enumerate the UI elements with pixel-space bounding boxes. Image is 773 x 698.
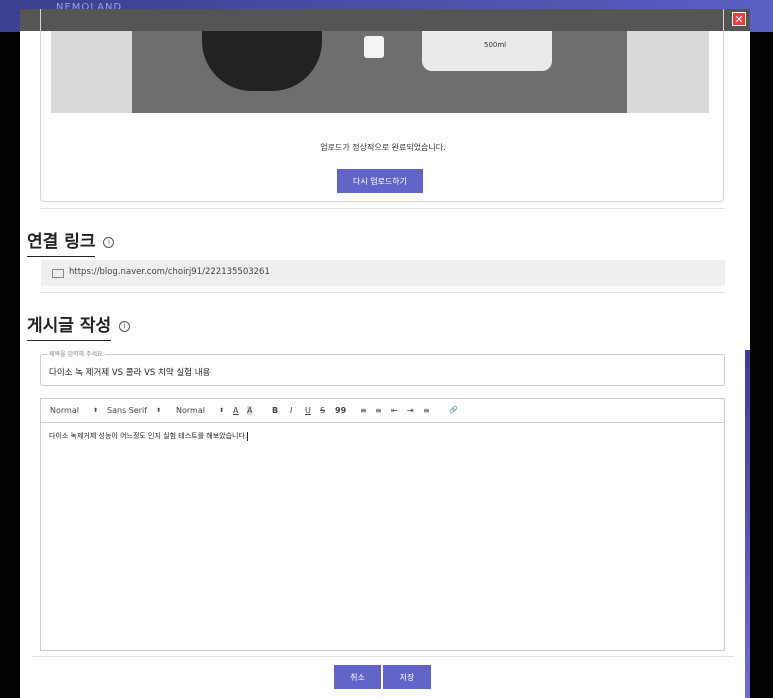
editor-content[interactable]: 다이소 녹제거제 성능이 어느정도 인지 실험 테스트를 해보았습니다. [49, 431, 249, 441]
product-object-bottle [422, 31, 552, 71]
editor-body-text: 다이소 녹제거제 성능이 어느정도 인지 실험 테스트를 해보았습니다. [49, 432, 248, 440]
text-caret [247, 431, 249, 441]
background-color-icon[interactable]: A [247, 406, 253, 415]
post-title-input[interactable]: 제목을 입력해 주세요 다이소 녹 제거제 VS 콜라 VS 치약 실험 내용 [40, 349, 725, 386]
size-select-arrow-icon: ⬍ [219, 407, 225, 414]
product-object-black [202, 31, 322, 91]
scrollbar[interactable] [745, 350, 750, 698]
link-section-title-text: 연결 링크 [27, 227, 96, 257]
font-select-arrow-icon: ⬍ [156, 407, 162, 414]
linked-url: https://blog.naver.com/choirj91/22213550… [69, 267, 270, 277]
blockquote-icon[interactable]: 99 [335, 406, 346, 415]
outdent-icon[interactable]: ⇤ [391, 406, 398, 415]
heading-select[interactable]: Normal [50, 406, 79, 415]
product-object-cap [364, 36, 384, 58]
reupload-button[interactable]: 다시 업로드하기 [337, 169, 423, 193]
uploaded-image-frame: 500ml [51, 31, 709, 113]
info-icon[interactable]: i [103, 236, 115, 248]
heading-select-arrow-icon: ⬍ [93, 407, 99, 414]
ordered-list-icon[interactable]: ≡ [360, 406, 367, 415]
bold-icon[interactable]: B [272, 406, 278, 415]
save-button[interactable]: 저장 [383, 665, 431, 689]
font-select[interactable]: Sans Serif [107, 406, 147, 415]
bullet-list-icon[interactable]: ≡ [375, 406, 382, 415]
rich-text-editor: Normal ⬍ Sans Serif ⬍ Normal ⬍ A A B I U… [40, 398, 725, 651]
post-section-title: 게시글 작성 i [27, 311, 131, 341]
align-icon[interactable]: ≡ [423, 406, 430, 415]
bottle-label: 500ml [484, 41, 507, 49]
post-editor-modal: ✕ 500ml 업로드가 정상적으로 완료되었습니다. 다시 업로드하기 연결 … [20, 9, 750, 698]
linked-url-field[interactable]: https://blog.naver.com/choirj91/22213550… [41, 260, 725, 286]
indent-icon[interactable]: ⇥ [407, 406, 414, 415]
strikethrough-icon[interactable]: S [320, 406, 325, 415]
upload-success-message: 업로드가 정상적으로 완료되었습니다. [320, 143, 446, 152]
divider [40, 292, 725, 293]
link-card-icon [52, 269, 64, 278]
info-icon[interactable]: i [119, 320, 131, 332]
italic-icon[interactable]: I [290, 406, 292, 415]
editor-toolbar: Normal ⬍ Sans Serif ⬍ Normal ⬍ A A B I U… [41, 399, 724, 423]
link-icon[interactable]: 🔗 [449, 406, 458, 414]
footer-divider [32, 656, 734, 657]
link-section-title: 연결 링크 i [27, 227, 115, 257]
text-color-icon[interactable]: A [233, 406, 238, 415]
cancel-button[interactable]: 취소 [334, 665, 381, 689]
post-title-placeholder: 제목을 입력해 주세요 [47, 349, 105, 358]
upload-card: 500ml 업로드가 정상적으로 완료되었습니다. 다시 업로드하기 [40, 9, 724, 202]
close-button[interactable]: ✕ [732, 12, 746, 26]
post-title-value[interactable]: 다이소 녹 제거제 VS 콜라 VS 치약 실험 내용 [49, 366, 210, 378]
post-section-title-text: 게시글 작성 [27, 311, 112, 341]
uploaded-image: 500ml [132, 31, 627, 113]
underline-icon[interactable]: U [305, 406, 311, 415]
size-select[interactable]: Normal [176, 406, 205, 415]
divider [40, 208, 725, 209]
